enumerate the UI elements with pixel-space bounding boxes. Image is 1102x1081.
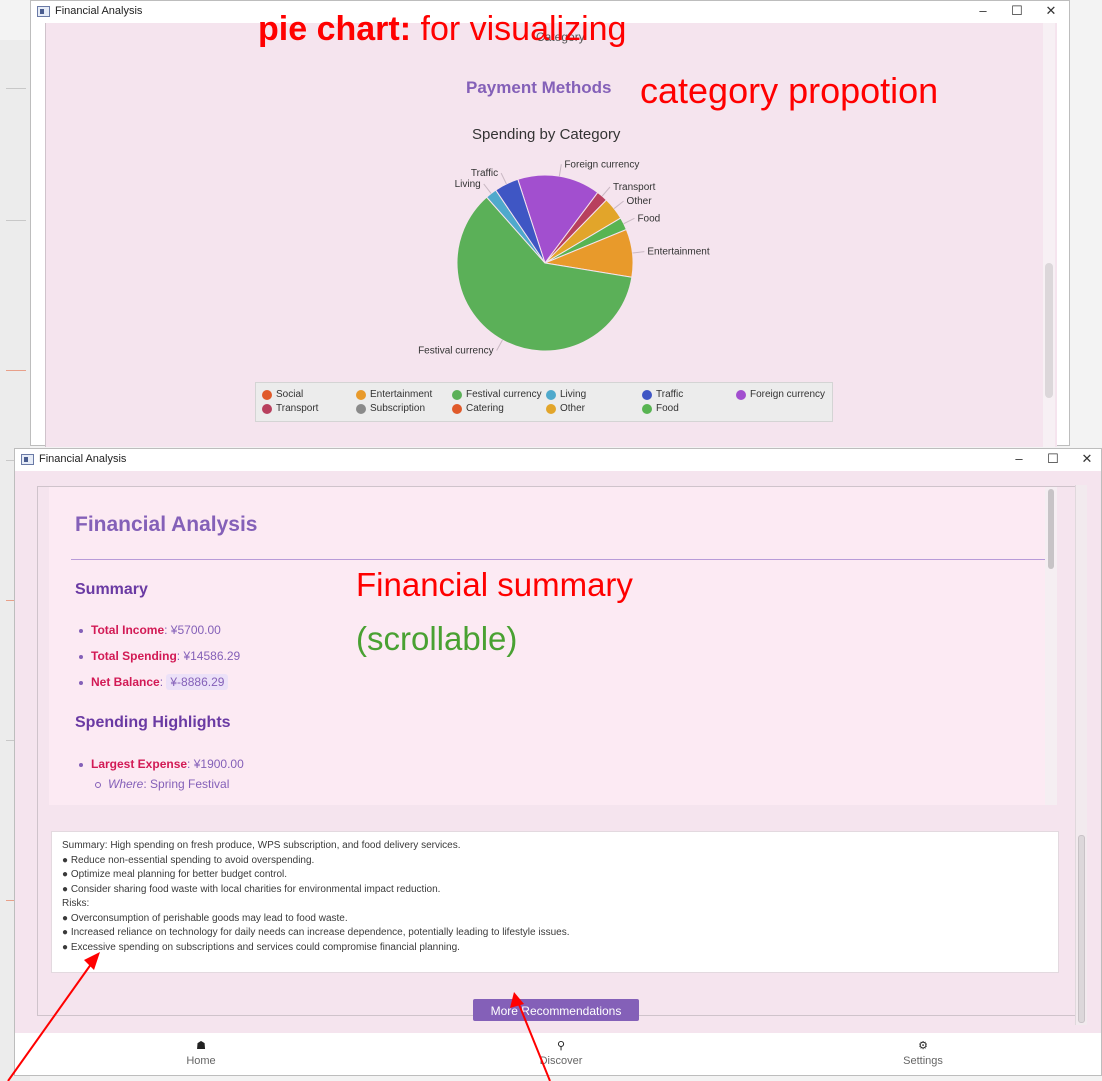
arrow-head-left — [84, 952, 100, 970]
arrow-line-right — [517, 1001, 551, 1081]
arrow-line-left — [7, 959, 95, 1081]
annotation-arrows — [7, 952, 551, 1081]
arrow-head-right — [510, 992, 524, 1008]
